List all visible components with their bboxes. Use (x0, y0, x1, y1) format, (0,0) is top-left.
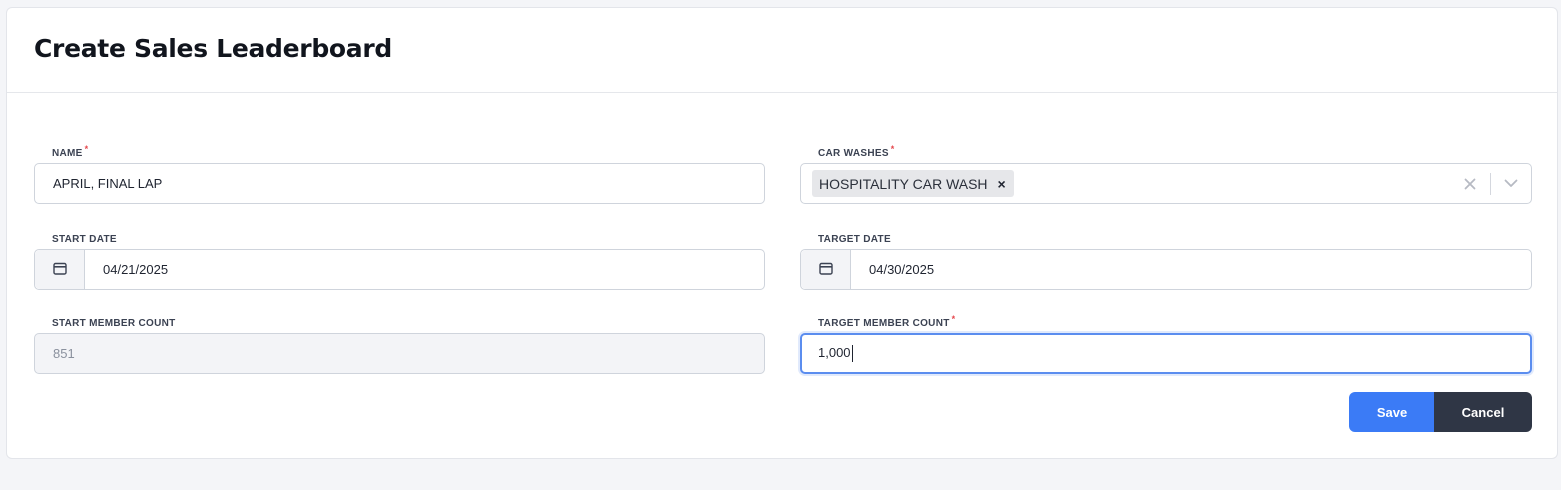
required-marker: * (890, 144, 895, 154)
start-date-calendar-button[interactable] (35, 250, 85, 289)
start-date-label: START DATE (52, 234, 117, 245)
target-date-value: 04/30/2025 (869, 262, 935, 277)
target-date-calendar-button[interactable] (801, 250, 851, 289)
clear-icon[interactable] (1460, 178, 1480, 190)
name-label: NAME * (52, 144, 89, 159)
text-caret (851, 345, 853, 363)
selected-car-wash-tag: HOSPITALITY CAR WASH × (812, 170, 1014, 197)
car-washes-select[interactable]: HOSPITALITY CAR WASH × (800, 163, 1532, 204)
page-title: Create Sales Leaderboard (34, 34, 392, 63)
tag-remove-icon[interactable]: × (998, 176, 1006, 192)
start-member-count-value: 851 (53, 346, 75, 361)
cancel-button[interactable]: Cancel (1434, 392, 1532, 432)
target-date-field[interactable]: 04/30/2025 (800, 249, 1532, 290)
start-member-count-field: 851 (34, 333, 765, 374)
chevron-down-icon[interactable] (1491, 179, 1531, 188)
required-marker: * (84, 144, 89, 154)
target-member-count-field[interactable]: 1,000 (800, 333, 1532, 374)
name-field[interactable]: APRIL, FINAL LAP (34, 163, 765, 204)
calendar-icon (818, 262, 833, 278)
target-member-count-value: 1,000 (818, 344, 851, 360)
start-date-field[interactable]: 04/21/2025 (34, 249, 765, 290)
card-header: Create Sales Leaderboard (7, 8, 1557, 93)
required-marker: * (951, 314, 956, 324)
leaderboard-form-card: Create Sales Leaderboard NAME * APRIL, FI… (6, 7, 1558, 459)
start-member-count-label: START MEMBER COUNT (52, 318, 176, 329)
select-controls (1460, 164, 1531, 203)
target-member-count-label: TARGET MEMBER COUNT * (818, 314, 956, 329)
name-value: APRIL, FINAL LAP (53, 176, 163, 191)
calendar-icon (52, 262, 67, 278)
tag-label: HOSPITALITY CAR WASH (819, 175, 988, 192)
start-date-value: 04/21/2025 (103, 262, 169, 277)
target-date-label: TARGET DATE (818, 234, 891, 245)
save-button[interactable]: Save (1349, 392, 1435, 432)
car-washes-label: CAR WASHES * (818, 144, 895, 159)
